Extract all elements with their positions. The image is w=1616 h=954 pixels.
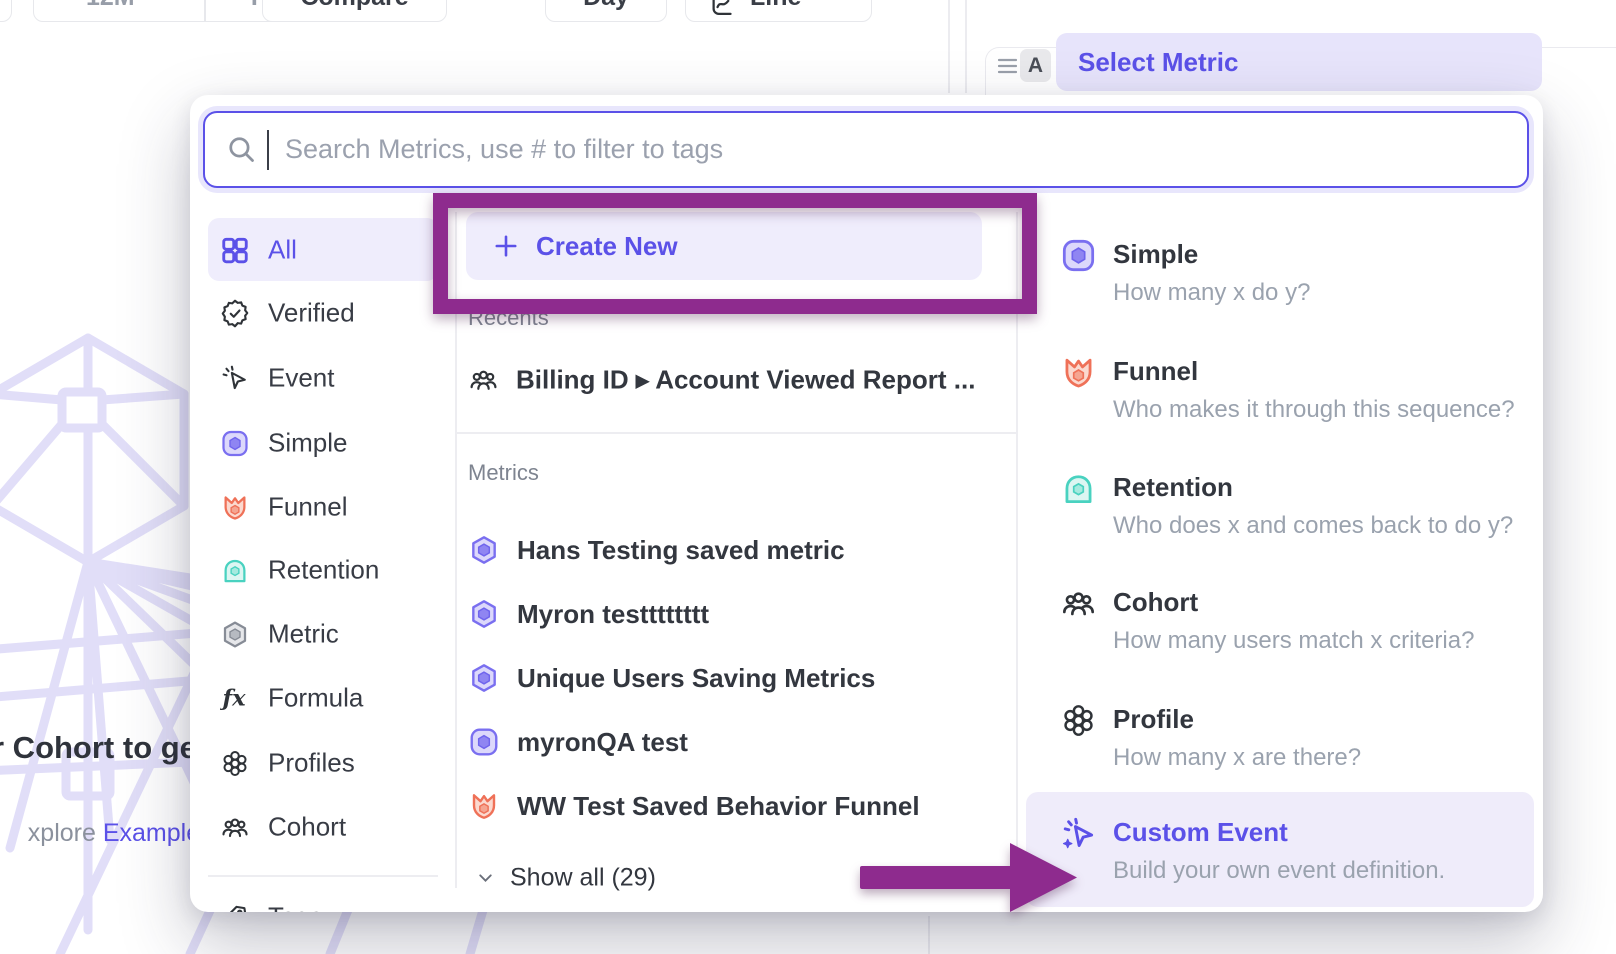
day-granularity-button[interactable]: Day	[545, 0, 667, 22]
sidebar-item-retention[interactable]: Retention	[220, 555, 379, 586]
metric-item-label: Unique Users Saving Metrics	[517, 663, 875, 694]
sidebar-item-profiles[interactable]: Profiles	[220, 748, 355, 779]
chevron-down-icon	[475, 868, 496, 889]
sidebar-item-verified[interactable]: Verified	[220, 298, 355, 329]
cohort-people-icon	[1060, 585, 1097, 622]
sidebar-item-label: Funnel	[268, 492, 348, 523]
cohort-people-icon	[468, 365, 499, 396]
sidebar-item-label: Formula	[268, 683, 363, 714]
type-title: Profile	[1113, 704, 1194, 735]
range-12m-segment[interactable]: 12M	[86, 0, 135, 21]
metric-item-label: myronQA test	[517, 727, 688, 758]
type-subtitle: Who does x and comes back to do y?	[1113, 512, 1513, 540]
sidebar-item-label: All	[268, 235, 297, 266]
select-metric-dropdown[interactable]: Select Metric	[1056, 33, 1542, 91]
explore-prefix: xplore	[28, 819, 103, 847]
metric-hexagon-icon	[220, 619, 250, 649]
type-title: Simple	[1113, 239, 1198, 270]
line-chart-type-button[interactable]: Line	[685, 0, 872, 22]
annotation-arrow	[845, 833, 1085, 933]
metrics-heading: Metrics	[468, 460, 539, 486]
annotation-rectangle	[433, 193, 1037, 314]
saved-metric-hexagon-icon	[468, 662, 500, 694]
sidebar-item-label: Tags	[268, 902, 323, 913]
sidebar-item-label: Cohort	[268, 812, 346, 843]
compare-button[interactable]: Compare	[262, 0, 447, 22]
verified-seal-icon	[220, 298, 250, 328]
sidebar-item-label: Retention	[268, 555, 379, 586]
grid-icon	[220, 235, 250, 265]
metric-list-item[interactable]: Myron testttttttt	[468, 598, 709, 630]
metric-list-item[interactable]: WW Test Saved Behavior Funnel	[468, 790, 920, 822]
custom-event-highlight	[1026, 792, 1534, 907]
empty-state-headline: r Cohort to ge	[0, 730, 197, 766]
saved-metric-hexagon-icon	[468, 598, 500, 630]
retention-icon	[1060, 470, 1097, 507]
sidebar-item-label: Verified	[268, 298, 355, 329]
metric-item-label: Hans Testing saved metric	[517, 535, 845, 566]
text-caret	[267, 130, 269, 170]
type-subtitle: Who makes it through this sequence?	[1113, 396, 1515, 424]
sidebar-item-label: Profiles	[268, 748, 355, 779]
search-input[interactable]	[203, 111, 1529, 188]
sidebar-item-funnel[interactable]: Funnel	[220, 492, 348, 523]
sidebar-item-metric[interactable]: Metric	[220, 619, 339, 650]
recent-item-label: Billing ID ▸ Account Viewed Report ...	[516, 365, 975, 396]
drag-handle-icon[interactable]	[997, 56, 1018, 76]
screen: 12M YTD Compare Day Line A Select Metric…	[0, 0, 1616, 954]
sidebar-item-cohort[interactable]: Cohort	[220, 812, 346, 843]
recents-divider	[455, 432, 1016, 434]
type-title: Cohort	[1113, 587, 1198, 618]
profiles-flower-icon	[1060, 702, 1097, 739]
metric-item-label: Myron testttttttt	[517, 599, 709, 630]
cohort-people-icon	[220, 812, 250, 842]
tag-icon	[220, 902, 250, 912]
type-title: Funnel	[1113, 356, 1198, 387]
recent-item-row[interactable]: Billing ID ▸ Account Viewed Report ...	[468, 365, 975, 396]
sidebar-item-label: Metric	[268, 619, 339, 650]
segment-divider	[204, 0, 206, 21]
metric-list-item[interactable]: Unique Users Saving Metrics	[468, 662, 875, 694]
day-label: Day	[583, 0, 629, 21]
show-all-toggle[interactable]: Show all (29)	[475, 864, 656, 893]
sidebar-item-label: Event	[268, 363, 335, 394]
panel-edge-line-2	[965, 0, 967, 93]
metric-item-label: WW Test Saved Behavior Funnel	[517, 791, 920, 822]
search-icon	[225, 133, 258, 166]
type-subtitle: How many x do y?	[1113, 279, 1310, 307]
sidebar-item-event[interactable]: Event	[220, 363, 335, 394]
sidebar-item-tags[interactable]: Tags	[220, 902, 323, 913]
funnel-icon	[468, 790, 500, 822]
show-all-label: Show all (29)	[510, 864, 656, 893]
simple-metric-icon	[220, 428, 250, 458]
simple-metric-icon	[468, 726, 500, 758]
formula-fx-icon: ƒx	[220, 683, 250, 713]
funnel-icon	[1060, 354, 1097, 391]
metric-list-item[interactable]: Hans Testing saved metric	[468, 534, 845, 566]
sidebar-item-label: Simple	[268, 428, 347, 459]
sidebar-item-all[interactable]: All	[220, 235, 297, 266]
funnel-icon	[220, 492, 250, 522]
type-subtitle: How many x are there?	[1113, 744, 1361, 772]
profiles-flower-icon	[220, 748, 250, 778]
toolbar-fragment-button[interactable]	[0, 0, 12, 22]
svg-text:ƒx: ƒx	[220, 685, 246, 711]
line-label: Line	[750, 0, 801, 21]
sidebar-item-simple[interactable]: Simple	[220, 428, 347, 459]
simple-metric-icon	[1060, 237, 1097, 274]
event-cursor-icon	[220, 363, 250, 393]
type-title: Custom Event	[1113, 817, 1288, 848]
type-title: Retention	[1113, 472, 1233, 503]
saved-metric-hexagon-icon	[468, 534, 500, 566]
line-chart-icon	[708, 0, 735, 20]
compare-label: Compare	[300, 0, 408, 21]
sidebar-item-formula[interactable]: ƒx Formula	[220, 683, 363, 714]
type-subtitle: Build your own event definition.	[1113, 857, 1445, 885]
panel-edge-line	[948, 0, 950, 93]
clause-a-badge: A	[1020, 49, 1051, 82]
type-subtitle: How many users match x criteria?	[1113, 627, 1474, 655]
retention-icon	[220, 555, 250, 585]
sidebar-bottom-divider	[208, 875, 438, 877]
metric-list-item[interactable]: myronQA test	[468, 726, 688, 758]
